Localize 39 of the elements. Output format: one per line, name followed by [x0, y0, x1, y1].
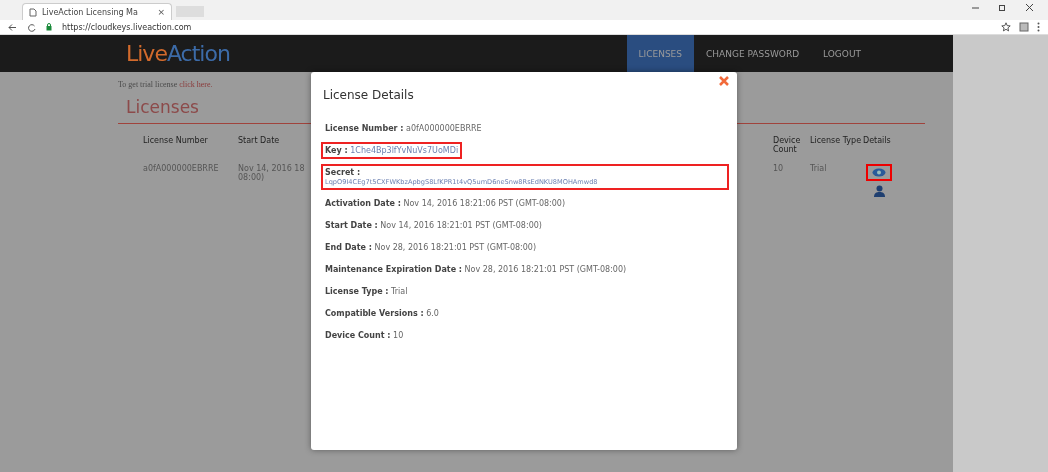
- column-header: License Number: [143, 136, 208, 147]
- close-button[interactable]: [719, 76, 729, 86]
- close-icon[interactable]: [1025, 2, 1034, 12]
- detail-field: Start Date : Nov 14, 2016 18:21:01 PST (GMT-08:00): [325, 221, 542, 230]
- table-cell-text: a0fA000000EBRRE: [143, 164, 219, 175]
- menu-icon[interactable]: [1037, 22, 1040, 32]
- column-header: Start Date: [238, 136, 280, 147]
- detail-field: Activation Date : Nov 14, 2016 18:21:06 PST (GMT-08:00): [325, 199, 566, 208]
- star-icon[interactable]: [1001, 22, 1011, 32]
- nav-link[interactable]: LOGOUT: [811, 35, 873, 72]
- detail-field: License Number : a0fA000000EBRRE: [325, 124, 482, 133]
- user-icon[interactable]: [873, 185, 885, 197]
- logo: LiveAction: [126, 41, 230, 66]
- table-cell-text: Trial: [810, 164, 827, 175]
- close-icon: [719, 76, 729, 86]
- lock-icon: [46, 23, 52, 31]
- page-icon: [29, 7, 37, 17]
- back-icon[interactable]: [8, 22, 17, 32]
- reload-icon[interactable]: [27, 22, 36, 32]
- eye-icon: [872, 168, 886, 177]
- url-field[interactable]: https://cloudkeys.liveaction.com: [62, 22, 192, 32]
- page-heading: Licenses: [126, 97, 200, 117]
- column-header: Device Count: [773, 136, 802, 154]
- tab-close[interactable]: ×: [157, 7, 165, 17]
- table-cell-text: 10: [773, 164, 784, 175]
- nav-link[interactable]: CHANGE PASSWORD: [694, 35, 812, 72]
- detail-field: Device Count : 10: [325, 331, 404, 340]
- column-header: License Type: [810, 136, 862, 147]
- detail-field: License Type : Trial: [325, 287, 408, 296]
- restore-icon[interactable]: [998, 2, 1007, 12]
- detail-field: End Date : Nov 28, 2016 18:21:01 PST (GMT-08:00): [325, 243, 537, 252]
- detail-field: Maintenance Expiration Date : Nov 28, 2016 18:21:01 PST (GMT-08:00): [325, 265, 627, 274]
- view-button[interactable]: [866, 164, 892, 181]
- column-header: Details: [863, 136, 891, 147]
- table-cell-text: Nov 14, 2016 18 08:00): [238, 164, 305, 184]
- detail-field: Compatible Versions : 6.0: [325, 309, 439, 318]
- extension-icon[interactable]: [1019, 22, 1029, 32]
- browser-tab[interactable]: LiveAction Licensing Ma ×: [22, 3, 172, 20]
- dialog-title: License Details: [323, 88, 415, 102]
